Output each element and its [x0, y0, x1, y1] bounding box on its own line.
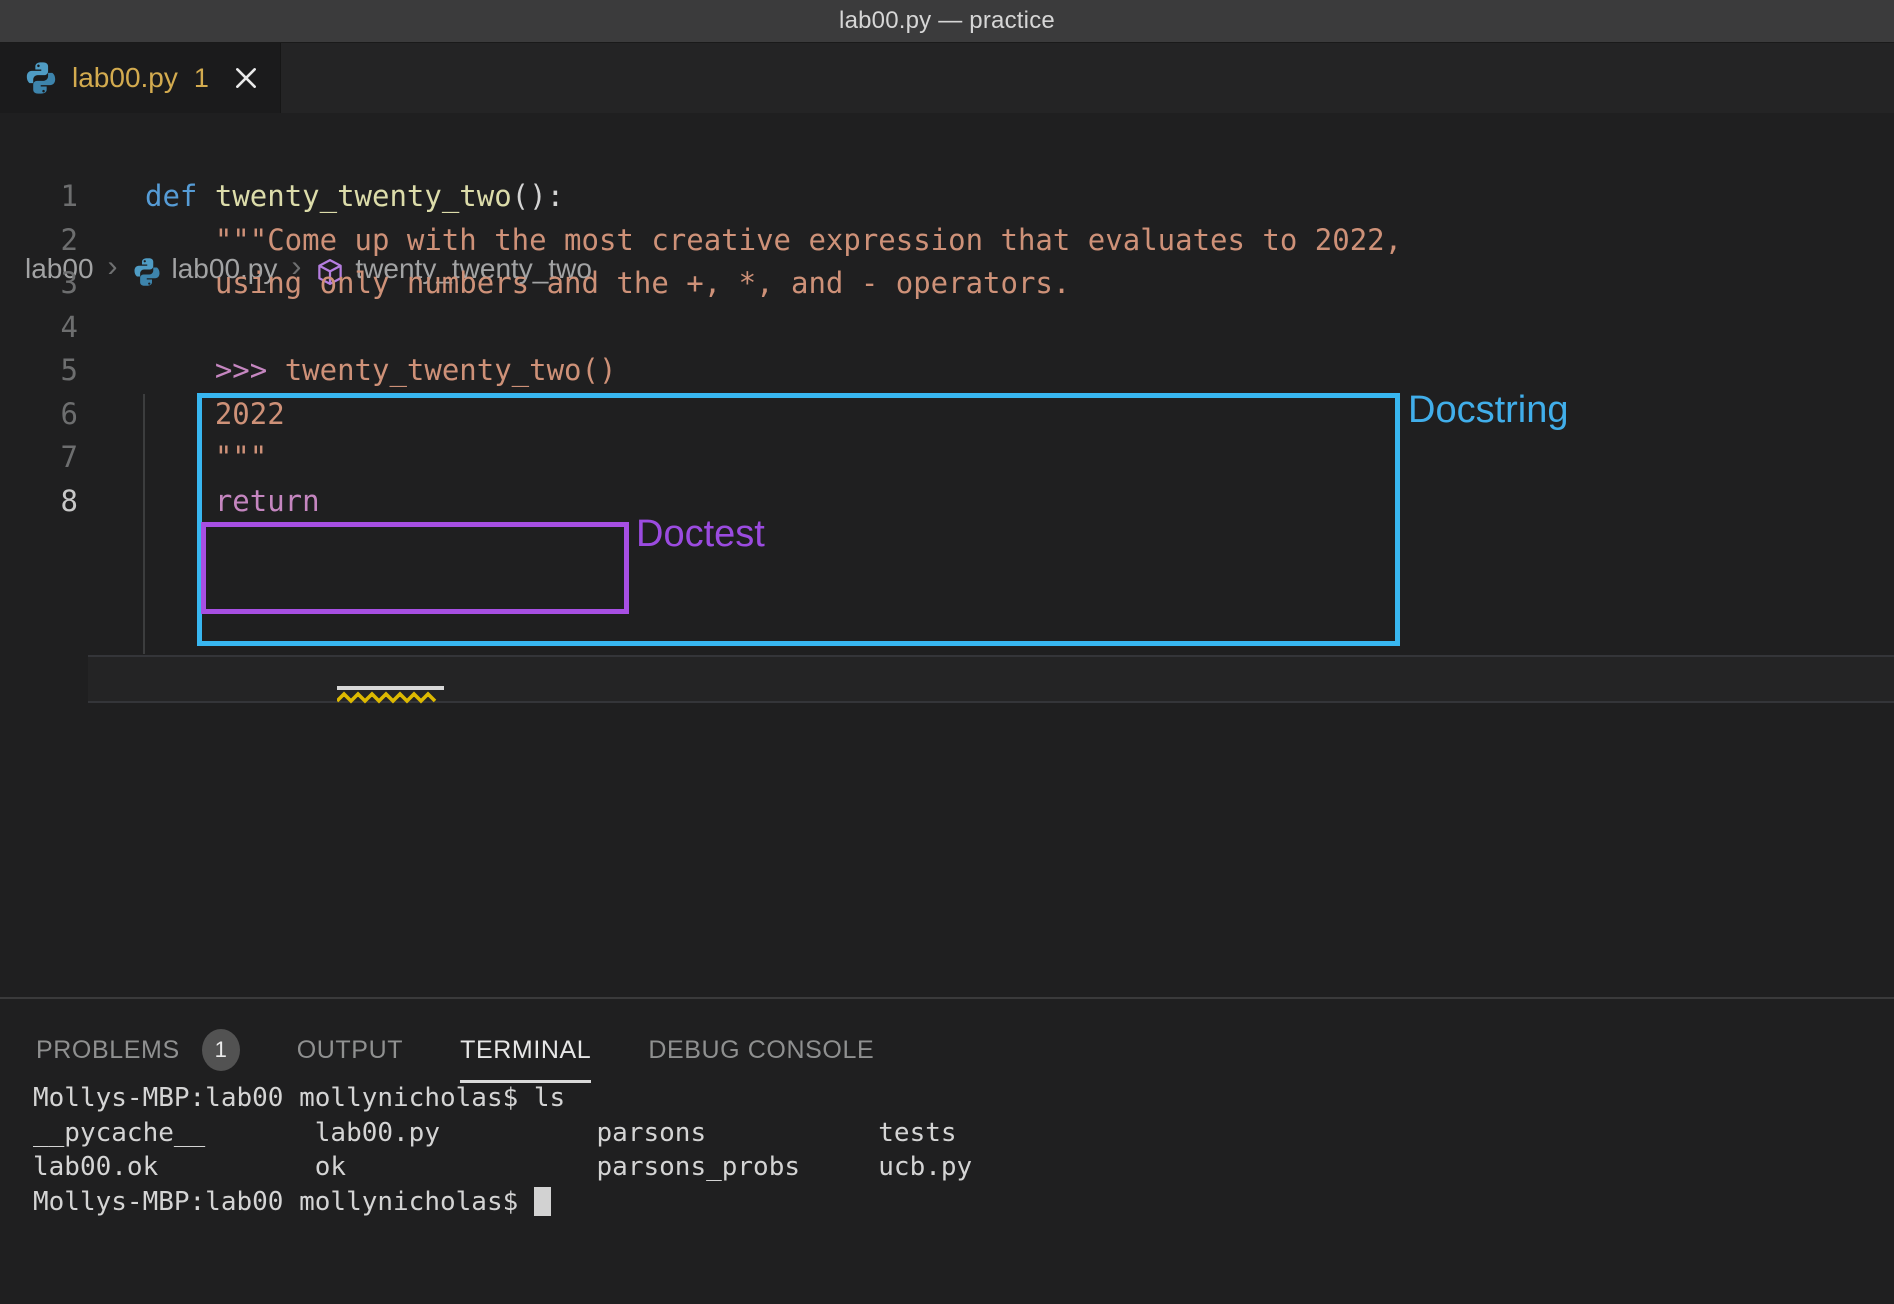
code-token: twenty_twenty_two() — [267, 353, 616, 387]
code-editor[interactable]: lab00›lab00.py›twenty_twenty_two 1def tw… — [0, 113, 1894, 997]
vscode-window: lab00.py — practice lab00.py 1 lab00›lab… — [0, 0, 1894, 1304]
terminal[interactable]: Mollys-MBP:lab00 mollynicholas$ ls__pyca… — [33, 1081, 972, 1219]
bottom-panel: PROBLEMS 1 OUTPUT TERMINAL DEBUG CONSOLE Mol… — [0, 997, 1894, 1304]
panel-tab-label: DEBUG CONSOLE — [648, 1036, 874, 1065]
python-file-icon — [24, 61, 58, 95]
warning-squiggle — [337, 691, 437, 704]
line-number[interactable]: 8 — [0, 480, 78, 524]
panel-tab-debug-console[interactable]: DEBUG CONSOLE — [648, 1036, 874, 1071]
code-line-5[interactable]: 5 >>> twenty_twenty_two() — [0, 349, 1894, 393]
line-number[interactable]: 2 — [0, 219, 78, 263]
code-line-content: def twenty_twenty_two(): — [145, 175, 564, 219]
tab-filename: lab00.py — [72, 62, 178, 94]
panel-tab-terminal[interactable]: TERMINAL — [460, 1036, 591, 1071]
panel-tab-bar: PROBLEMS 1 OUTPUT TERMINAL DEBUG CONSOLE — [36, 1029, 874, 1077]
code-line-3[interactable]: 3 using only numbers and the +, *, and -… — [0, 262, 1894, 306]
code-token — [197, 179, 214, 213]
code-token: def — [145, 179, 197, 213]
code-token: twenty_twenty_two — [215, 179, 512, 213]
line-number[interactable]: 7 — [0, 436, 78, 480]
problems-count-badge: 1 — [202, 1029, 240, 1071]
code-line-1[interactable]: 1 def twenty_twenty_two(): — [0, 175, 1894, 219]
terminal-line: __pycache__ lab00.py parsons tests — [33, 1116, 972, 1151]
tab-close-icon[interactable] — [231, 63, 261, 93]
terminal-line: lab00.ok ok parsons_probs ucb.py — [33, 1150, 972, 1185]
doctest-annotation-box — [201, 522, 629, 614]
code-token: (): — [512, 179, 564, 213]
doctest-annotation-label: Doctest — [636, 513, 765, 556]
terminal-line: Mollys-MBP:lab00 mollynicholas$ ls — [33, 1081, 972, 1116]
code-line-content: using only numbers and the +, *, and - o… — [145, 262, 1070, 306]
panel-tab-problems[interactable]: PROBLEMS 1 — [36, 1029, 240, 1077]
line-number[interactable]: 4 — [0, 306, 78, 350]
code-line-4[interactable]: 4 — [0, 306, 1894, 350]
terminal-cursor — [534, 1187, 551, 1216]
editor-tab-bar: lab00.py 1 — [0, 43, 1894, 113]
panel-tab-label: PROBLEMS — [36, 1036, 180, 1065]
window-titlebar[interactable]: lab00.py — practice — [0, 0, 1894, 43]
window-title: lab00.py — practice — [839, 7, 1055, 35]
tab-lab00-py[interactable]: lab00.py 1 — [0, 43, 281, 113]
code-token — [145, 353, 215, 387]
code-token: using only numbers and the +, *, and - o… — [145, 266, 1070, 300]
code-token: >>> — [215, 353, 267, 387]
panel-tab-output[interactable]: OUTPUT — [297, 1036, 403, 1071]
line-number[interactable]: 1 — [0, 175, 78, 219]
line-number[interactable]: 6 — [0, 393, 78, 437]
docstring-annotation-label: Docstring — [1408, 389, 1569, 432]
tab-problem-count-badge: 1 — [194, 63, 209, 94]
whitespace-highlight — [337, 686, 444, 690]
code-token: """Come up with the most creative expres… — [145, 223, 1402, 257]
line-number[interactable]: 3 — [0, 262, 78, 306]
terminal-line: Mollys-MBP:lab00 mollynicholas$ — [33, 1185, 972, 1220]
code-line-content: """Come up with the most creative expres… — [145, 219, 1402, 263]
panel-tab-label: OUTPUT — [297, 1036, 403, 1065]
code-line-content: >>> twenty_twenty_two() — [145, 349, 616, 393]
code-line-2[interactable]: 2 """Come up with the most creative expr… — [0, 219, 1894, 263]
line-number[interactable]: 5 — [0, 349, 78, 393]
panel-tab-label: TERMINAL — [460, 1036, 591, 1065]
